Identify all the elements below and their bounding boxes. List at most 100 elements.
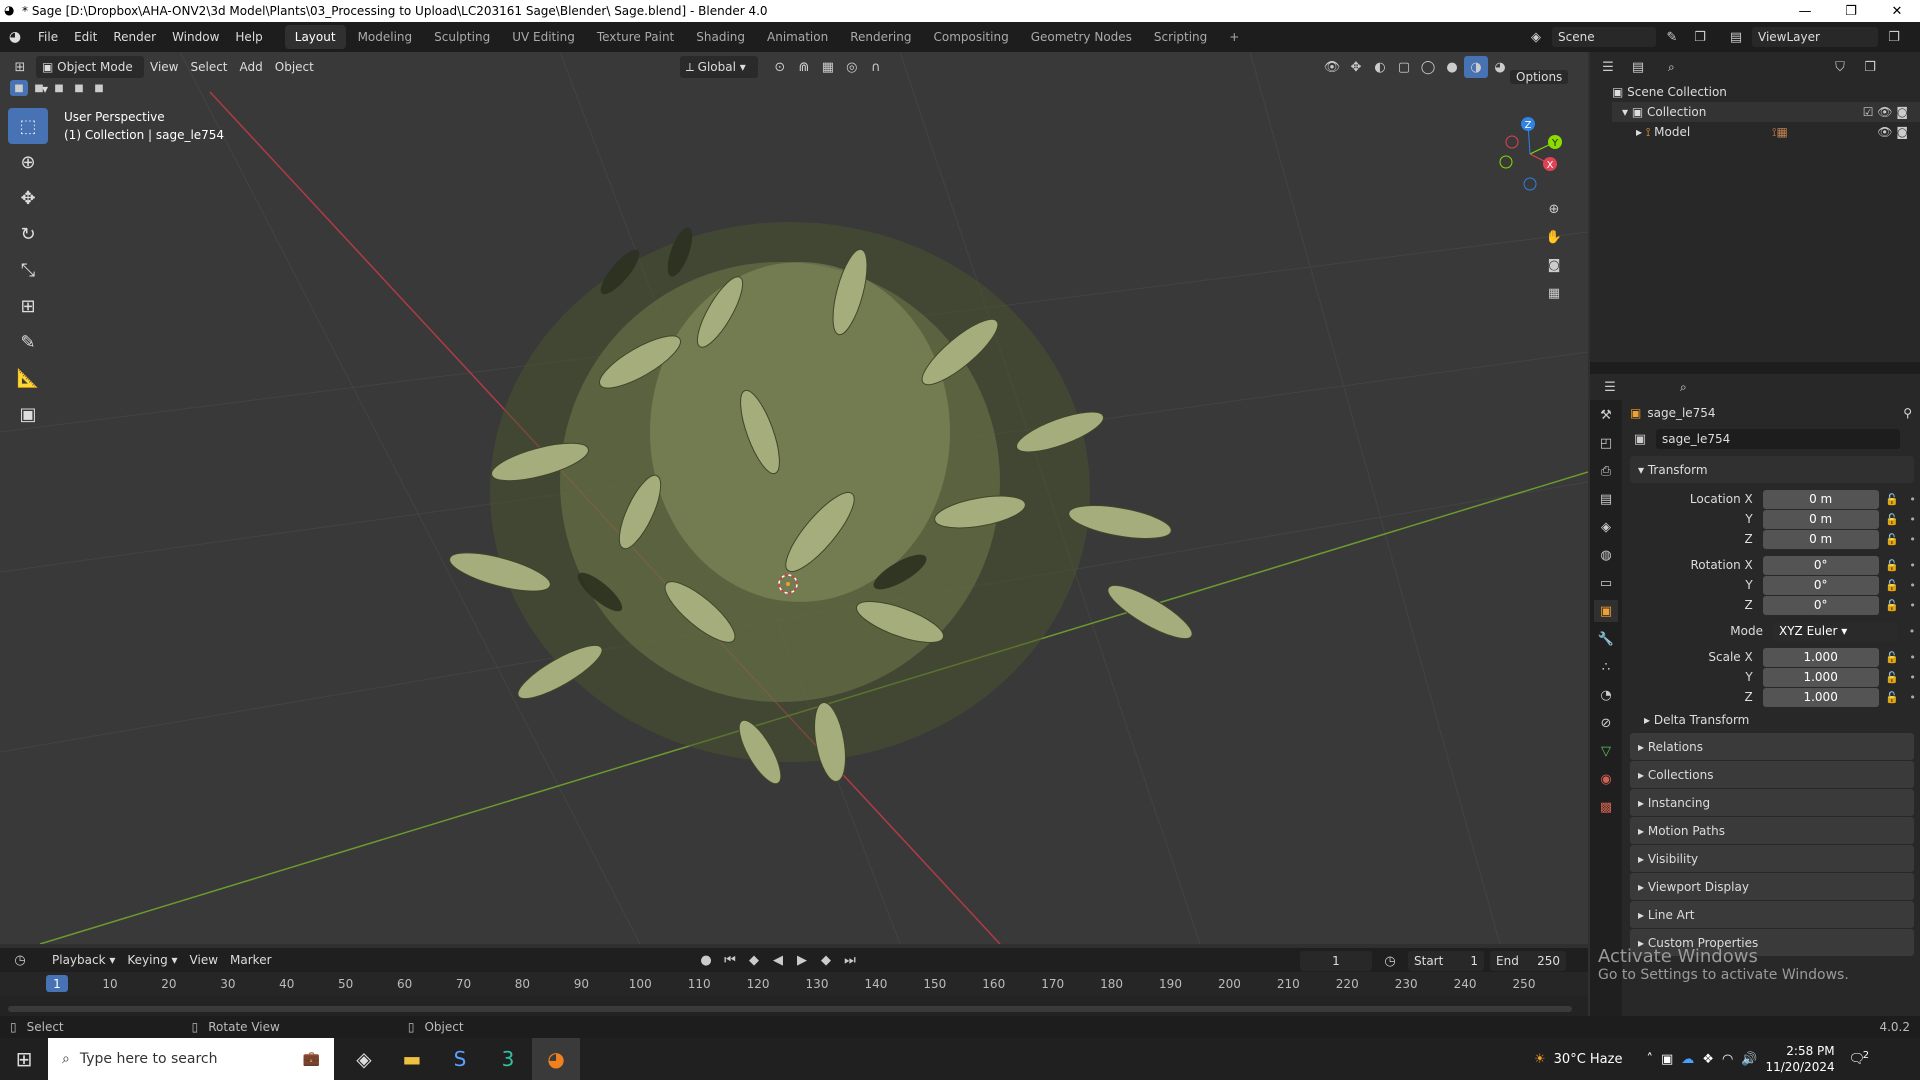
- properties-search-input[interactable]: ⌕: [1674, 377, 1784, 397]
- keyframe-dot-icon[interactable]: •: [1905, 533, 1920, 546]
- overlay-icon[interactable]: ◐: [1368, 56, 1392, 78]
- menu-help[interactable]: Help: [227, 22, 270, 52]
- select-subtract-icon[interactable]: ■: [50, 80, 68, 96]
- proportional-edit-icon[interactable]: ◎: [840, 56, 864, 78]
- outliner-editor-icon[interactable]: ☰: [1596, 56, 1620, 78]
- output-tab-icon[interactable]: ⎙: [1594, 460, 1618, 482]
- menu-add[interactable]: Add: [234, 56, 269, 78]
- jump-end-icon[interactable]: ⏭: [838, 949, 862, 971]
- lock-icon[interactable]: 🔓: [1885, 533, 1900, 546]
- frame-ruler[interactable]: 1 10 20 30 40 50 60 70 80 90 100 110 120 130 140 150 160…: [0, 972, 1588, 996]
- object-name-field[interactable]: sage_le754: [1656, 429, 1900, 449]
- editor-type-icon[interactable]: ⊞: [8, 56, 32, 78]
- material-tab-icon[interactable]: ◉: [1594, 768, 1618, 790]
- rotation-y-field[interactable]: 0°: [1762, 575, 1879, 595]
- notification-icon[interactable]: 🗨 2: [1849, 1050, 1870, 1067]
- end-frame-field[interactable]: End 250: [1490, 951, 1566, 971]
- texture-tab-icon[interactable]: ▩: [1594, 796, 1618, 818]
- blender-taskbar-icon[interactable]: ◕: [532, 1038, 580, 1080]
- visibility-panel-header[interactable]: ▸ Visibility: [1630, 845, 1914, 872]
- pan-hand-icon[interactable]: ✋: [1542, 226, 1566, 248]
- world-tab-icon[interactable]: ◍: [1594, 544, 1618, 566]
- menu-select[interactable]: Select: [184, 56, 233, 78]
- rendered-shading-icon[interactable]: ◕: [1488, 56, 1512, 78]
- keyframe-dot-icon[interactable]: •: [1905, 513, 1920, 526]
- 3d-viewport[interactable]: User Perspective (1) Collection | sage_l…: [0, 52, 1588, 944]
- keyframe-dot-icon[interactable]: •: [1905, 671, 1920, 684]
- pin-properties-icon[interactable]: ⚲: [1903, 406, 1912, 420]
- viewport-display-panel-header[interactable]: ▸ Viewport Display: [1630, 873, 1914, 900]
- scene-field[interactable]: Scene: [1552, 27, 1656, 47]
- object-browse-icon[interactable]: ▣: [1630, 428, 1650, 450]
- view-layer-tab-icon[interactable]: ▤: [1594, 488, 1618, 510]
- object-tab-icon[interactable]: ▣: [1594, 600, 1618, 622]
- select-invert-icon[interactable]: ■: [70, 80, 88, 96]
- select-box-icon[interactable]: ⬚: [8, 108, 48, 144]
- motion-paths-panel-header[interactable]: ▸ Motion Paths: [1630, 817, 1914, 844]
- annotate-icon[interactable]: ✎: [8, 324, 48, 360]
- blender-menu-icon[interactable]: ◕: [0, 29, 30, 45]
- pivot-icon[interactable]: ⊙: [768, 56, 792, 78]
- location-z-field[interactable]: 0 m: [1762, 529, 1879, 549]
- modifier-tab-icon[interactable]: 🔧: [1594, 628, 1618, 650]
- keyframe-dot-icon[interactable]: •: [1905, 579, 1920, 592]
- tab-uv-editing[interactable]: UV Editing: [502, 25, 585, 49]
- navigation-gizmo[interactable]: X Y Z: [1490, 112, 1570, 192]
- keyframe-dot-icon[interactable]: •: [1904, 625, 1920, 638]
- rotation-z-field[interactable]: 0°: [1762, 595, 1879, 615]
- select-extend-icon[interactable]: ■: [30, 80, 48, 96]
- playback-menu[interactable]: Playback ▾: [46, 949, 121, 971]
- app-s-icon[interactable]: S: [436, 1038, 484, 1080]
- file-explorer-icon[interactable]: ▬: [388, 1038, 436, 1080]
- new-scene-icon[interactable]: ❐: [1688, 26, 1712, 48]
- rotate-icon[interactable]: ↻: [8, 216, 48, 252]
- add-cube-icon[interactable]: ▣: [8, 396, 48, 432]
- maximize-icon[interactable]: ❐: [1828, 0, 1874, 22]
- measure-icon[interactable]: 📐: [8, 360, 48, 396]
- lock-icon[interactable]: 🔓: [1885, 671, 1900, 684]
- keying-menu[interactable]: Keying ▾: [121, 949, 183, 971]
- tab-sculpting[interactable]: Sculpting: [424, 25, 500, 49]
- dropbox-icon[interactable]: ❖: [1702, 1052, 1714, 1067]
- location-x-field[interactable]: 0 m: [1762, 489, 1879, 509]
- menu-edit[interactable]: Edit: [66, 22, 105, 52]
- pin-icon[interactable]: ✎: [1660, 26, 1684, 48]
- display-mode-icon[interactable]: ▤: [1626, 56, 1650, 78]
- weather-text[interactable]: 30°C Haze: [1554, 1052, 1623, 1067]
- timeline-editor-icon[interactable]: ◷: [8, 949, 32, 971]
- tab-rendering[interactable]: Rendering: [840, 25, 921, 49]
- keyframe-dot-icon[interactable]: •: [1905, 493, 1920, 506]
- outliner-item-model[interactable]: ▸ ⟟ Model ⟟▦ 👁 ◙: [1612, 122, 1920, 142]
- lock-icon[interactable]: 🔓: [1885, 691, 1900, 704]
- filter-icon[interactable]: ⛉: [1828, 56, 1852, 78]
- render-tab-icon[interactable]: ◰: [1594, 432, 1618, 454]
- lock-icon[interactable]: 🔓: [1885, 513, 1900, 526]
- add-workspace-icon[interactable]: +: [1219, 25, 1249, 49]
- view-layer-icon[interactable]: ▤: [1724, 26, 1748, 48]
- timeline-view-menu[interactable]: View: [184, 949, 224, 971]
- particles-tab-icon[interactable]: ∴: [1594, 656, 1618, 678]
- scale-z-field[interactable]: 1.000: [1762, 687, 1879, 707]
- onedrive-icon[interactable]: ☁: [1681, 1052, 1694, 1067]
- scale-y-field[interactable]: 1.000: [1762, 667, 1879, 687]
- volume-icon[interactable]: 🔊: [1741, 1052, 1757, 1067]
- taskbar-search-box[interactable]: ⌕ Type here to search 💼: [48, 1038, 334, 1080]
- scale-icon[interactable]: ⤡: [8, 252, 48, 288]
- tray-expand-icon[interactable]: ˄: [1646, 1052, 1653, 1067]
- lock-icon[interactable]: 🔓: [1885, 579, 1900, 592]
- tab-modeling[interactable]: Modeling: [348, 25, 423, 49]
- current-frame-field[interactable]: 1: [1300, 951, 1372, 971]
- camera-icon[interactable]: ◙: [1542, 254, 1566, 276]
- keyframe-dot-icon[interactable]: •: [1905, 691, 1920, 704]
- lock-icon[interactable]: 🔓: [1885, 599, 1900, 612]
- custom-properties-panel-header[interactable]: ▸ Custom Properties: [1630, 929, 1914, 956]
- minimize-icon[interactable]: —: [1782, 0, 1828, 22]
- tray-app-icon[interactable]: ▣: [1661, 1052, 1673, 1067]
- marker-menu[interactable]: Marker: [224, 949, 277, 971]
- visibility-icon[interactable]: 👁: [1320, 56, 1344, 78]
- falloff-icon[interactable]: ∩: [864, 56, 888, 78]
- menu-view[interactable]: View: [144, 56, 184, 78]
- gizmo-toggle-icon[interactable]: ✥: [1344, 56, 1368, 78]
- select-new-icon[interactable]: ■: [10, 80, 28, 96]
- move-icon[interactable]: ✥: [8, 180, 48, 216]
